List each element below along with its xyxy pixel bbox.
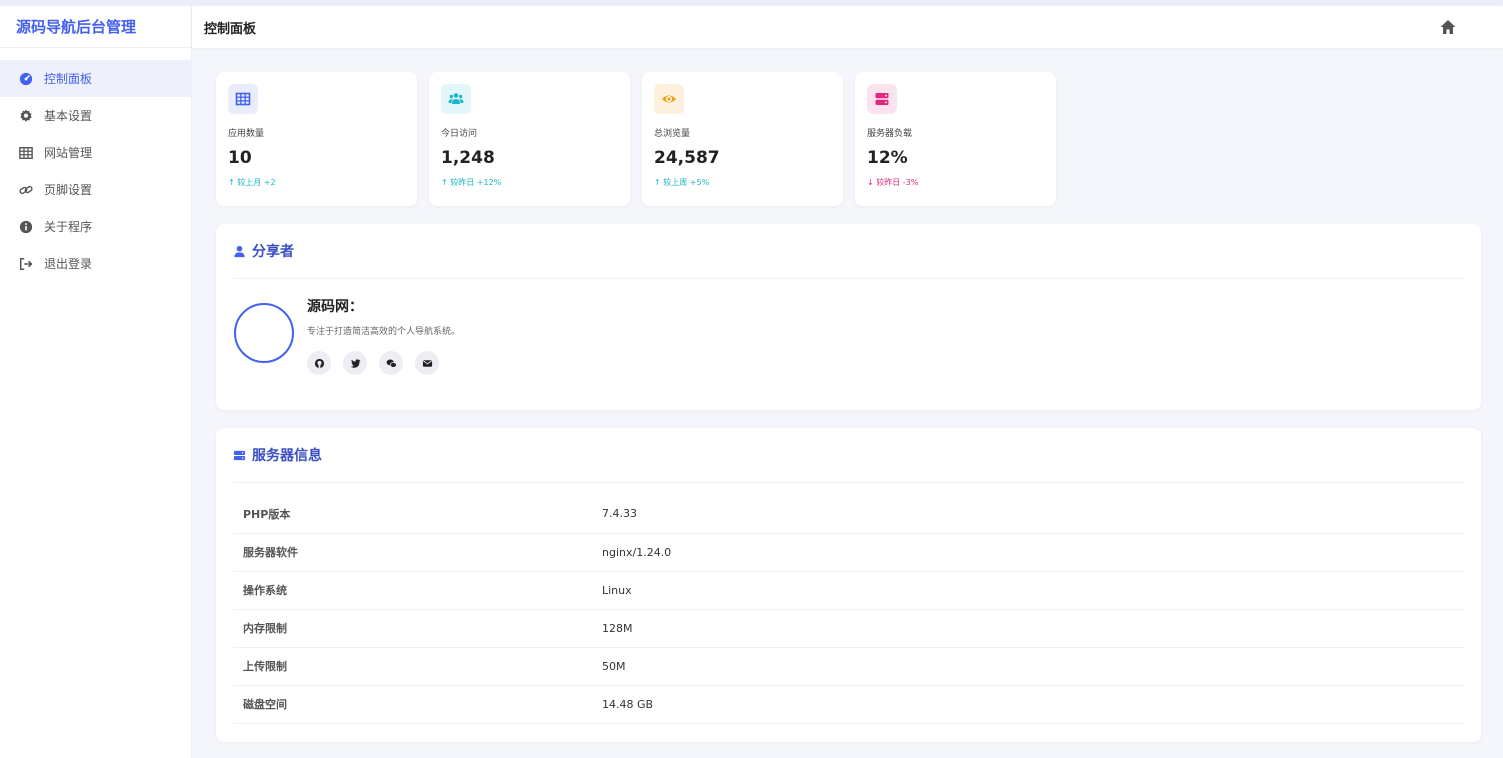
row-key: 操作系统: [233, 571, 602, 610]
sharer-name: 源码网：: [307, 299, 363, 315]
sidebar-item-label: 控制面板: [44, 72, 93, 86]
twitter-icon[interactable]: [343, 351, 367, 375]
stat-trend: ↑ 较上周 +5%: [654, 178, 710, 187]
sidebar-item-dashboard[interactable]: 控制面板: [0, 60, 191, 97]
stat-trend: ↑ 较上月 +2: [228, 178, 276, 187]
stat-card-views: 总浏览量 24,587 ↑ 较上周 +5%: [642, 72, 843, 206]
stat-label: 总浏览量: [654, 129, 691, 139]
sidebar-nav: 控制面板 基本设置 网站管理 页脚设置 关于程序 退出登录: [0, 60, 191, 282]
sidebar-item-sites[interactable]: 网站管理: [0, 134, 191, 171]
sidebar-item-label: 网站管理: [44, 146, 93, 160]
panel-title-text: 分享者: [252, 244, 294, 260]
sidebar-item-about[interactable]: 关于程序: [0, 208, 191, 245]
sidebar: 源码导航后台管理 控制面板 基本设置 网站管理 页脚设置 关于程序 退出登录: [0, 6, 192, 758]
table-row: 上传限制 50M: [233, 647, 1464, 686]
stat-trend: ↓ 较昨日 -3%: [867, 178, 919, 187]
dashboard-icon: [19, 72, 33, 86]
grid-icon: [228, 84, 258, 114]
row-value: 14.48 GB: [602, 685, 1464, 724]
sidebar-item-logout[interactable]: 退出登录: [0, 245, 191, 282]
stat-value: 12%: [867, 148, 908, 168]
avatar: [234, 303, 294, 363]
sidebar-item-label: 关于程序: [44, 220, 93, 234]
stat-card-load: 服务器负载 12% ↓ 较昨日 -3%: [855, 72, 1056, 206]
row-value: 50M: [602, 647, 1464, 686]
table-row: 内存限制 128M: [233, 609, 1464, 648]
row-value: 128M: [602, 609, 1464, 648]
sidebar-item-label: 页脚设置: [44, 183, 93, 197]
row-value: 7.4.33: [602, 495, 1464, 534]
stat-trend: ↑ 较昨日 +12%: [441, 178, 502, 187]
sidebar-item-footer[interactable]: 页脚设置: [0, 171, 191, 208]
sharer-panel: 分享者 源码网： 专注于打造简洁高效的个人导航系统。: [216, 224, 1481, 410]
users-icon: [441, 84, 471, 114]
row-key: 内存限制: [233, 609, 602, 648]
row-value: nginx/1.24.0: [602, 533, 1464, 572]
sharer-body: 源码网： 专注于打造简洁高效的个人导航系统。: [216, 279, 1481, 409]
logout-icon: [19, 257, 33, 271]
stat-value: 10: [228, 148, 252, 168]
top-header: 控制面板: [192, 6, 1503, 48]
panel-title: 服务器信息: [233, 428, 1464, 483]
panel-title-text: 服务器信息: [252, 448, 322, 464]
stat-card-apps: 应用数量 10 ↑ 较上月 +2: [216, 72, 417, 206]
stat-card-visits: 今日访问 1,248 ↑ 较昨日 +12%: [429, 72, 630, 206]
table-row: PHP版本 7.4.33: [233, 495, 1464, 534]
gear-icon: [19, 108, 33, 123]
server-info-panel: 服务器信息 PHP版本 7.4.33 服务器软件 nginx/1.24.0 操作系统…: [216, 428, 1481, 742]
stats-row: 应用数量 10 ↑ 较上月 +2 今日访问 1,248 ↑ 较昨日 +12% 总…: [216, 72, 1056, 206]
row-key: PHP版本: [233, 495, 602, 534]
sidebar-item-label: 基本设置: [44, 109, 93, 123]
server-info-table: PHP版本 7.4.33 服务器软件 nginx/1.24.0 操作系统 Linux …: [233, 495, 1464, 724]
mail-icon[interactable]: [415, 351, 439, 375]
server-icon: [867, 84, 897, 114]
table-row: 操作系统 Linux: [233, 571, 1464, 610]
stat-label: 应用数量: [228, 129, 265, 139]
sidebar-item-label: 退出登录: [44, 257, 93, 271]
stat-label: 今日访问: [441, 129, 478, 139]
row-key: 上传限制: [233, 647, 602, 686]
server-icon: [233, 449, 246, 462]
home-icon[interactable]: [1439, 18, 1457, 36]
github-icon[interactable]: [307, 351, 331, 375]
sharer-description: 专注于打造简洁高效的个人导航系统。: [307, 327, 461, 337]
table-row: 服务器软件 nginx/1.24.0: [233, 533, 1464, 572]
info-icon: [19, 220, 33, 234]
social-links: [307, 351, 439, 375]
user-icon: [233, 245, 246, 258]
page-title: 控制面板: [204, 21, 257, 37]
row-key: 服务器软件: [233, 533, 602, 572]
eye-icon: [654, 84, 684, 114]
row-value: Linux: [602, 571, 1464, 610]
panel-title: 分享者: [233, 224, 1464, 279]
row-key: 磁盘空间: [233, 685, 602, 724]
table-row: 磁盘空间 14.48 GB: [233, 685, 1464, 724]
stat-value: 1,248: [441, 148, 495, 168]
grid-icon: [19, 146, 33, 160]
wechat-icon[interactable]: [379, 351, 403, 375]
link-icon: [19, 183, 33, 197]
stat-label: 服务器负载: [867, 129, 913, 139]
brand-title[interactable]: 源码导航后台管理: [0, 6, 191, 48]
stat-value: 24,587: [654, 148, 720, 168]
sidebar-item-settings[interactable]: 基本设置: [0, 97, 191, 134]
